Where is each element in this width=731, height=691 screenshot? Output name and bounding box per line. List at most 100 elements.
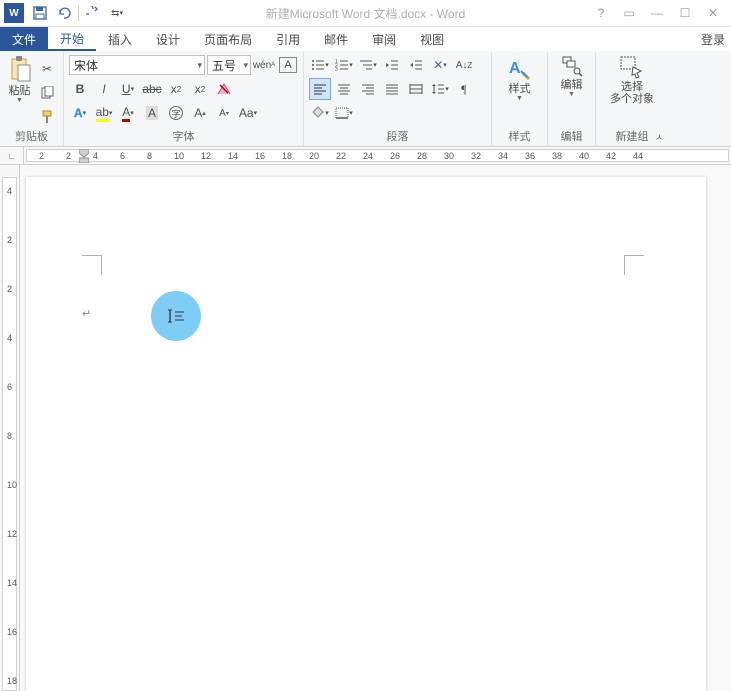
- format-painter-icon[interactable]: [36, 106, 58, 128]
- strikethrough-button[interactable]: abc: [141, 78, 163, 100]
- document-page[interactable]: ↵: [26, 177, 706, 691]
- quick-access-toolbar: W ⇆▾: [0, 0, 129, 26]
- decrease-indent-icon[interactable]: [381, 54, 403, 76]
- chevron-down-icon: ▼: [16, 97, 23, 104]
- ruler-v-tick: 2: [7, 235, 12, 245]
- shrink-font-button[interactable]: A▾: [213, 102, 235, 124]
- font-size-combo[interactable]: 五号 ▾: [207, 55, 251, 75]
- chevron-down-icon: ▼: [568, 91, 575, 98]
- align-right-button[interactable]: [357, 78, 379, 100]
- bold-button[interactable]: B: [69, 78, 91, 100]
- shading-button[interactable]: ▾: [309, 102, 331, 124]
- ruler-v-tick: 6: [7, 382, 12, 392]
- login-link[interactable]: 登录: [701, 31, 725, 48]
- asian-layout-button[interactable]: ✕▾: [429, 54, 451, 76]
- group-paragraph: ▾ 123▾ ▾ ✕▾ A↓Z: [304, 51, 492, 146]
- ruler-h-tick: 10: [174, 151, 184, 161]
- tab-selector-icon[interactable]: ∟: [0, 147, 24, 164]
- tab-design[interactable]: 设计: [144, 27, 192, 51]
- ruler-h-tick: 16: [255, 151, 265, 161]
- ruler-h-tick: 12: [201, 151, 211, 161]
- cut-icon[interactable]: ✂: [36, 58, 58, 80]
- qat-customize-icon[interactable]: ⇆▾: [105, 1, 129, 25]
- numbering-button[interactable]: 123▾: [333, 54, 355, 76]
- bullets-button[interactable]: ▾: [309, 54, 331, 76]
- vertical-ruler[interactable]: 4224681012141618: [0, 165, 20, 691]
- save-icon[interactable]: [28, 1, 52, 25]
- ruler-h-tick: 30: [444, 151, 454, 161]
- minimize-icon[interactable]: —: [643, 3, 671, 23]
- tab-layout[interactable]: 页面布局: [192, 27, 264, 51]
- ruler-v-tick: 10: [7, 480, 17, 490]
- ruler-h-tick: 34: [498, 151, 508, 161]
- find-icon: [561, 55, 583, 77]
- text-effects-button[interactable]: A▾: [69, 102, 91, 124]
- highlight-button[interactable]: ab▾: [93, 102, 115, 124]
- close-icon[interactable]: ✕: [699, 3, 727, 23]
- show-marks-icon[interactable]: ¶: [453, 78, 475, 100]
- horizontal-ruler[interactable]: ∟ 22468101214161820222426283032343638404…: [0, 147, 731, 165]
- tab-insert[interactable]: 插入: [96, 27, 144, 51]
- ruler-h-tick: 14: [228, 151, 238, 161]
- tab-home[interactable]: 开始: [48, 27, 96, 51]
- maximize-icon[interactable]: ☐: [671, 3, 699, 23]
- copy-icon[interactable]: [36, 82, 58, 104]
- help-icon[interactable]: ?: [587, 3, 615, 23]
- clear-formatting-icon[interactable]: [213, 78, 235, 100]
- ruler-h-tick: 20: [309, 151, 319, 161]
- ribbon-display-icon[interactable]: ▭: [615, 3, 643, 23]
- align-left-button[interactable]: [309, 78, 331, 100]
- paragraph-group-label: 段落: [308, 130, 487, 146]
- group-styles: A 样式 ▼ 样式: [492, 51, 548, 146]
- italic-button[interactable]: I: [93, 78, 115, 100]
- ruler-h-tick: 8: [147, 151, 152, 161]
- select-multi-label: 选择多个对象: [610, 81, 654, 105]
- styles-button[interactable]: A 样式 ▼: [500, 53, 540, 104]
- align-center-button[interactable]: [333, 78, 355, 100]
- find-button[interactable]: 编辑 ▼: [554, 53, 590, 100]
- tab-mailings[interactable]: 邮件: [312, 27, 360, 51]
- superscript-button[interactable]: x2: [189, 78, 211, 100]
- tab-review[interactable]: 审阅: [360, 27, 408, 51]
- font-color-button[interactable]: A▾: [117, 102, 139, 124]
- ruler-v-track: 4224681012141618: [2, 177, 17, 691]
- first-line-indent-marker[interactable]: [79, 149, 89, 163]
- tab-view[interactable]: 视图: [408, 27, 456, 51]
- grow-font-button[interactable]: A▴: [189, 102, 211, 124]
- tab-references[interactable]: 引用: [264, 27, 312, 51]
- text-cursor-icon: [166, 308, 186, 324]
- borders-button[interactable]: ▾: [333, 102, 355, 124]
- character-border-icon[interactable]: A: [277, 54, 299, 76]
- phonetic-guide-icon[interactable]: wénA: [253, 54, 275, 76]
- align-justify-button[interactable]: [381, 78, 403, 100]
- svg-text:3: 3: [335, 67, 338, 71]
- ruler-h-tick: 6: [120, 151, 125, 161]
- ruler-v-tick: 18: [7, 676, 17, 686]
- distributed-align-button[interactable]: [405, 78, 427, 100]
- line-spacing-button[interactable]: ▾: [429, 78, 451, 100]
- enclose-characters-icon[interactable]: 字: [165, 102, 187, 124]
- change-case-button[interactable]: Aa▾: [237, 102, 259, 124]
- sort-icon[interactable]: A↓Z: [453, 54, 475, 76]
- paste-button[interactable]: 粘贴 ▼: [4, 53, 35, 106]
- tab-file[interactable]: 文件: [0, 27, 48, 51]
- undo-icon[interactable]: [52, 1, 76, 25]
- increase-indent-icon[interactable]: [405, 54, 427, 76]
- chevron-down-icon: ▾: [239, 60, 248, 71]
- ruler-v-tick: 16: [7, 627, 17, 637]
- collapse-ribbon-icon[interactable]: ㅅ: [655, 129, 664, 144]
- subscript-button[interactable]: x2: [165, 78, 187, 100]
- redo-icon[interactable]: [81, 1, 105, 25]
- character-shading-icon[interactable]: A: [141, 102, 163, 124]
- ruler-h-tick: 38: [552, 151, 562, 161]
- font-name-combo[interactable]: 宋体 ▾: [69, 55, 205, 75]
- underline-button[interactable]: U▾: [117, 78, 139, 100]
- select-multiple-objects-button[interactable]: 选择多个对象: [602, 53, 662, 107]
- ruler-h-track: 2246810121416182022242628303234363840424…: [26, 149, 729, 162]
- chevron-down-icon: ▾: [193, 60, 202, 71]
- document-area: 4224681012141618 ↵: [0, 165, 731, 691]
- window-controls: ? ▭ — ☐ ✕: [587, 0, 727, 26]
- page-viewport[interactable]: ↵: [20, 165, 731, 691]
- multilevel-list-button[interactable]: ▾: [357, 54, 379, 76]
- ruler-v-tick: 8: [7, 431, 12, 441]
